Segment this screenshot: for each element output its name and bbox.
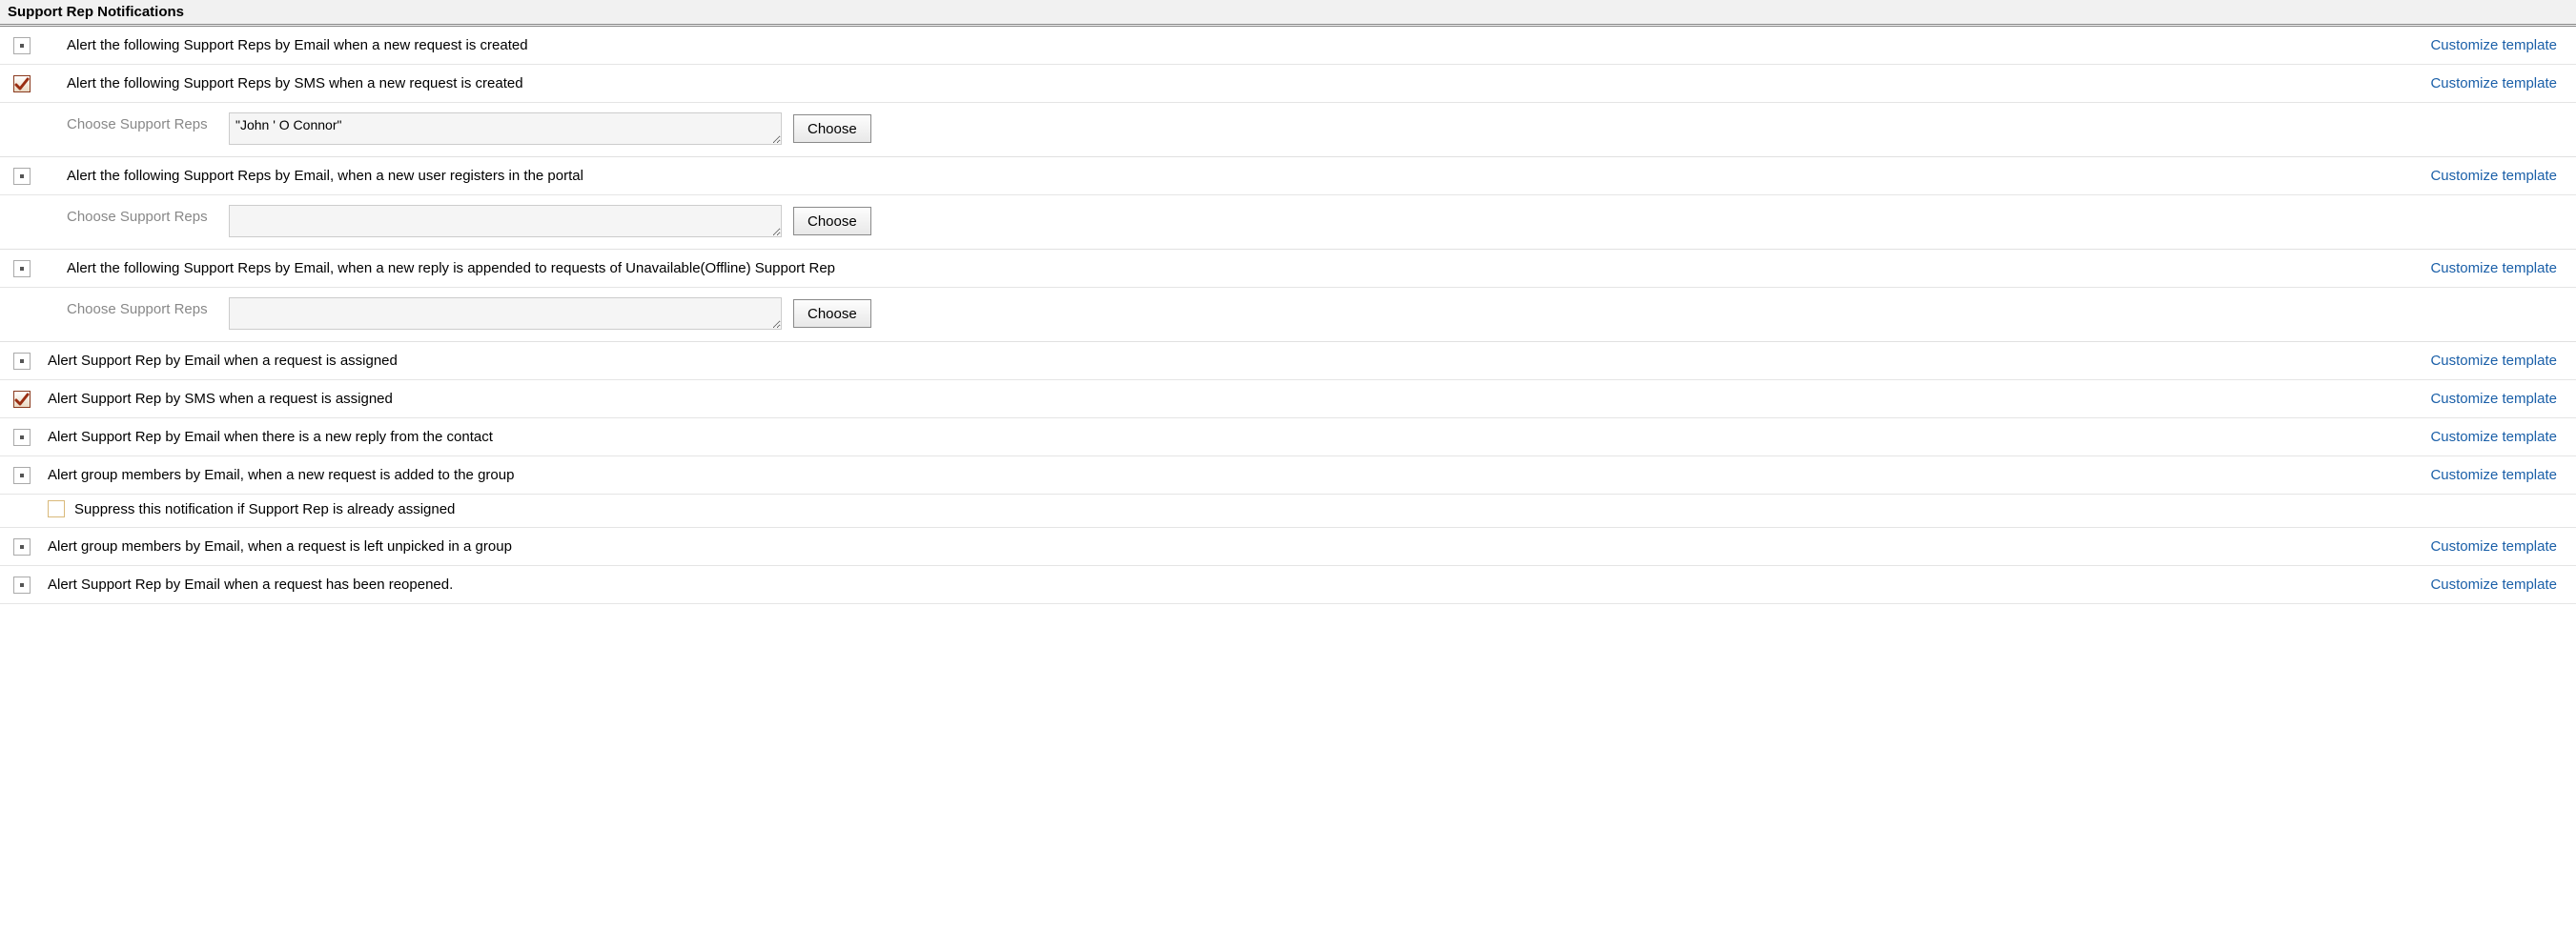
customize-template-link[interactable]: Customize template [2430,353,2557,369]
choose-reps-label: Choose Support Reps [10,297,229,317]
row-label: Alert the following Support Reps by Emai… [67,37,2430,53]
checkbox-col [10,168,67,185]
checkbox-sms-assigned[interactable] [13,391,31,408]
customize-col: Customize template [2430,391,2566,407]
choose-button[interactable]: Choose [793,207,871,235]
checkbox-col [10,429,48,446]
customize-col: Customize template [2430,37,2566,53]
customize-template-link[interactable]: Customize template [2430,75,2557,91]
row-email-new-reply: Alert Support Rep by Email when there is… [0,418,2576,456]
reps-input-wrap: Choose [229,112,2566,145]
customize-col: Customize template [2430,467,2566,483]
customize-col: Customize template [2430,353,2566,369]
customize-template-link[interactable]: Customize template [2430,577,2557,593]
row-label: Alert group members by Email, when a req… [48,538,2430,555]
detail-email-new-user: Choose Support Reps Choose [0,195,2576,250]
customize-col: Customize template [2430,75,2566,91]
checkbox-email-new-request[interactable] [13,37,31,54]
row-label: Alert Support Rep by Email when a reques… [48,353,2430,369]
sub-option-label: Suppress this notification if Support Re… [74,501,455,517]
checkbox-email-reopened[interactable] [13,577,31,594]
row-email-offline-reply: Alert the following Support Reps by Emai… [0,250,2576,288]
checkbox-email-group-unpicked[interactable] [13,538,31,556]
row-label: Alert Support Rep by Email when there is… [48,429,2430,445]
checkbox-email-group-new[interactable] [13,467,31,484]
row-label: Alert Support Rep by Email when a reques… [48,577,2430,593]
checkbox-col [10,353,48,370]
checkbox-email-assigned[interactable] [13,353,31,370]
row-sms-new-request: Alert the following Support Reps by SMS … [0,65,2576,103]
checkbox-col [10,467,48,484]
support-reps-input[interactable] [229,112,782,145]
checkbox-col [10,577,48,594]
customize-template-link[interactable]: Customize template [2430,37,2557,53]
checkbox-col [10,391,48,408]
reps-input-wrap: Choose [229,297,2566,330]
customize-col: Customize template [2430,538,2566,555]
sub-option-email-group-new: Suppress this notification if Support Re… [0,495,2576,528]
checkbox-col [10,37,67,54]
customize-col: Customize template [2430,168,2566,184]
detail-sms-new-request: Choose Support Reps Choose [0,103,2576,157]
row-email-new-request: Alert the following Support Reps by Emai… [0,27,2576,65]
panel-header: Support Rep Notifications [0,0,2576,27]
customize-template-link[interactable]: Customize template [2430,538,2557,555]
checkbox-col [10,538,48,556]
customize-col: Customize template [2430,429,2566,445]
row-email-assigned: Alert Support Rep by Email when a reques… [0,342,2576,380]
row-email-group-new: Alert group members by Email, when a new… [0,456,2576,495]
checkbox-col [10,75,67,92]
row-label: Alert the following Support Reps by SMS … [67,75,2430,91]
row-label: Alert Support Rep by SMS when a request … [48,391,2430,407]
detail-email-offline-reply: Choose Support Reps Choose [0,288,2576,342]
row-email-new-user: Alert the following Support Reps by Emai… [0,157,2576,195]
checkbox-email-offline-reply[interactable] [13,260,31,277]
row-label: Alert the following Support Reps by Emai… [67,260,2430,276]
row-sms-assigned: Alert Support Rep by SMS when a request … [0,380,2576,418]
checkbox-sms-new-request[interactable] [13,75,31,92]
customize-template-link[interactable]: Customize template [2430,429,2557,445]
customize-template-link[interactable]: Customize template [2430,391,2557,407]
customize-col: Customize template [2430,260,2566,276]
row-label: Alert the following Support Reps by Emai… [67,168,2430,184]
checkbox-sub-email-group-new[interactable] [48,500,65,517]
checkbox-email-new-user[interactable] [13,168,31,185]
choose-reps-label: Choose Support Reps [10,112,229,132]
notifications-panel: Support Rep Notifications Alert the foll… [0,0,2576,604]
checkbox-col [10,260,67,277]
row-email-group-unpicked: Alert group members by Email, when a req… [0,528,2576,566]
rows-container: Alert the following Support Reps by Emai… [0,27,2576,604]
choose-button[interactable]: Choose [793,299,871,328]
customize-template-link[interactable]: Customize template [2430,260,2557,276]
row-label: Alert group members by Email, when a new… [48,467,2430,483]
support-reps-input[interactable] [229,205,782,237]
customize-template-link[interactable]: Customize template [2430,168,2557,184]
customize-template-link[interactable]: Customize template [2430,467,2557,483]
support-reps-input[interactable] [229,297,782,330]
choose-button[interactable]: Choose [793,114,871,143]
row-email-reopened: Alert Support Rep by Email when a reques… [0,566,2576,604]
customize-col: Customize template [2430,577,2566,593]
choose-reps-label: Choose Support Reps [10,205,229,225]
reps-input-wrap: Choose [229,205,2566,237]
checkbox-email-new-reply[interactable] [13,429,31,446]
